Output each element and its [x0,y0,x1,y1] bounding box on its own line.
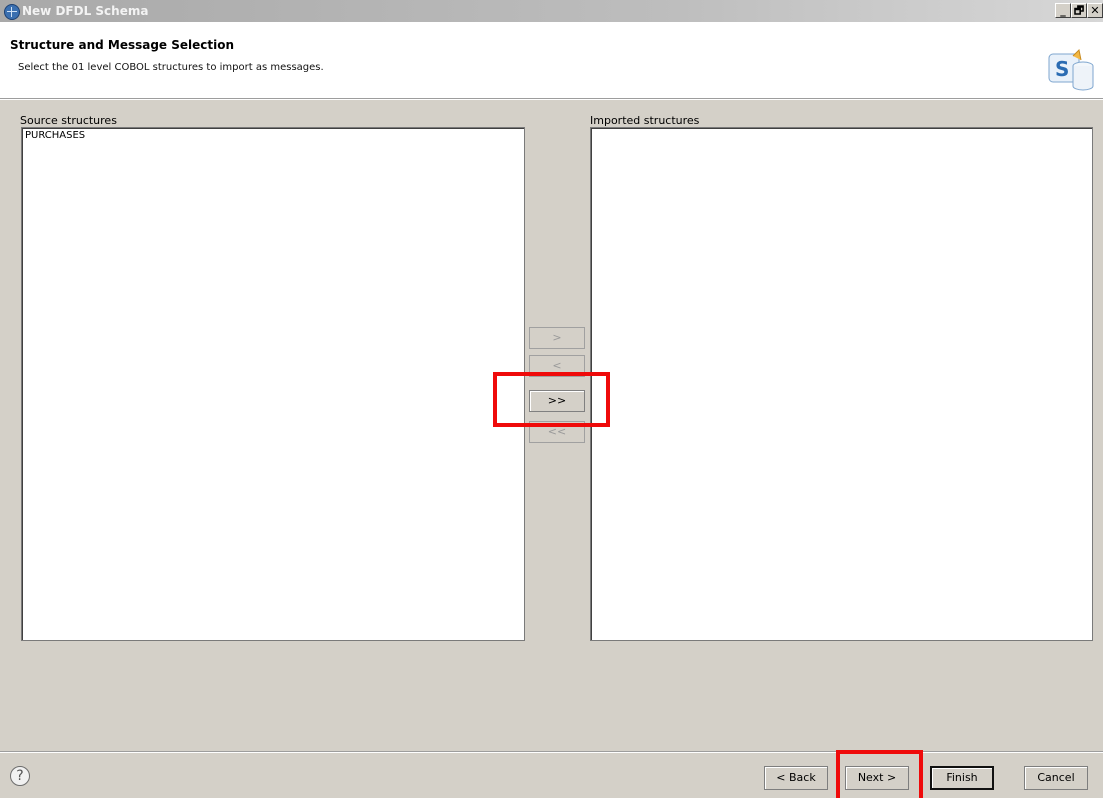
svg-text:S: S [1055,57,1069,81]
highlight-box-add-all [493,372,610,427]
source-structures-list[interactable]: PURCHASES [21,127,525,641]
close-button[interactable]: ✕ [1087,3,1103,18]
wizard-banner: Structure and Message Selection Select t… [0,22,1103,99]
footer-separator-light [0,752,1103,753]
cancel-button[interactable]: Cancel [1024,766,1088,790]
banner-separator [0,99,1103,100]
help-icon[interactable]: ? [10,766,30,786]
list-item[interactable]: PURCHASES [25,130,521,142]
dfdl-schema-logo-icon: S [1048,48,1094,91]
window-titlebar: New DFDL Schema _ 🗗 ✕ [0,0,1103,22]
window-title: New DFDL Schema [22,4,149,18]
imported-structures-label: Imported structures [590,114,700,127]
imported-structures-list[interactable] [590,127,1093,641]
page-title: Structure and Message Selection [10,38,235,52]
window-controls: _ 🗗 ✕ [1055,3,1103,19]
source-structures-label: Source structures [20,114,117,127]
back-button[interactable]: < Back [764,766,828,790]
highlight-box-next [836,750,923,798]
globe-icon [4,4,20,20]
page-description: Select the 01 level COBOL structures to … [18,62,324,73]
add-button[interactable]: > [529,327,585,349]
minimize-button[interactable]: _ [1055,3,1071,18]
restore-button[interactable]: 🗗 [1071,3,1087,18]
finish-button[interactable]: Finish [930,766,994,790]
